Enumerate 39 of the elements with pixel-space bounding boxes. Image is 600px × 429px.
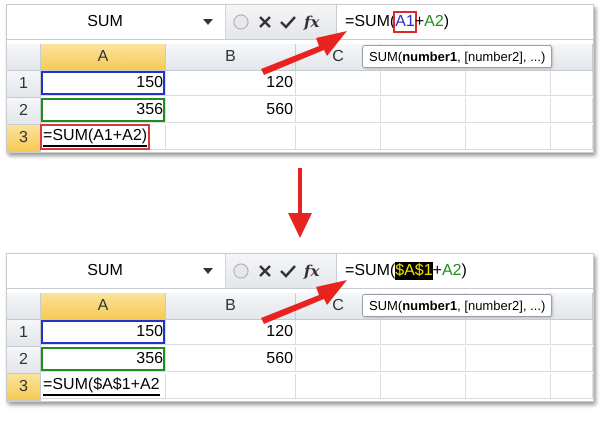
close-icon[interactable]	[258, 264, 272, 278]
row-header[interactable]: 2	[7, 98, 41, 125]
function-tooltip: SUM(number1, [number2], ...)	[362, 294, 552, 317]
column-header[interactable]: A	[41, 44, 166, 71]
circle-icon	[232, 13, 250, 31]
table-cell: 356	[41, 98, 166, 123]
column-header[interactable]: A	[41, 293, 166, 320]
table-cell: 560	[166, 98, 296, 123]
empty-cell	[551, 347, 593, 372]
row-header[interactable]: 2	[7, 347, 41, 374]
column-header[interactable]: B	[166, 44, 296, 71]
column-header[interactable]: B	[166, 293, 296, 320]
empty-cell	[551, 98, 593, 123]
circle-icon	[232, 262, 250, 280]
arrow-icon	[259, 278, 349, 324]
dropdown-icon[interactable]	[203, 268, 213, 274]
row-header[interactable]: 1	[7, 320, 41, 347]
check-icon[interactable]	[280, 15, 296, 29]
table-cell: =SUM(A1+A2)	[41, 125, 166, 150]
row-header[interactable]: 3	[7, 125, 41, 152]
table-cell: 150	[41, 320, 166, 345]
down-arrow-icon	[288, 168, 312, 238]
close-icon[interactable]	[258, 15, 272, 29]
function-tooltip: SUM(number1, [number2], ...)	[362, 45, 552, 68]
dropdown-icon[interactable]	[203, 19, 213, 25]
table-cell: 356	[41, 347, 166, 372]
empty-cell	[551, 71, 593, 96]
insert-function-button[interactable]: fx	[304, 13, 320, 31]
empty-cell	[551, 125, 593, 150]
empty-cell	[551, 320, 593, 345]
table-cell: 150	[41, 71, 166, 96]
insert-function-button[interactable]: fx	[304, 262, 320, 280]
row-header[interactable]: 1	[7, 71, 41, 98]
empty-cell	[551, 374, 593, 399]
table-cell: =SUM($A$1+A2	[41, 374, 166, 399]
table-cell: 560	[166, 347, 296, 372]
row-header[interactable]: 3	[7, 374, 41, 401]
arrow-icon	[259, 29, 349, 75]
check-icon[interactable]	[280, 264, 296, 278]
